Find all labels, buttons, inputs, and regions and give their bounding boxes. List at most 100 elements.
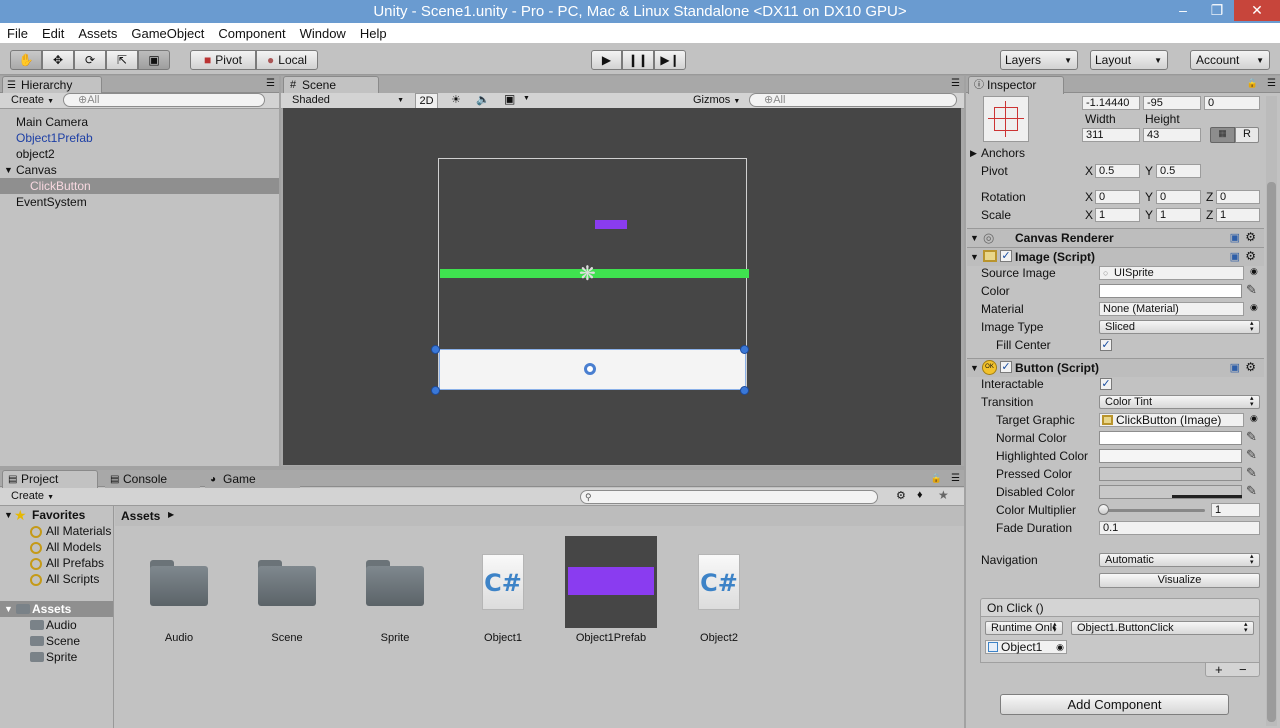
gear-icon[interactable]: ⚙ xyxy=(1245,360,1256,374)
audio-icon[interactable]: 🔈 xyxy=(476,93,490,106)
color-multiplier-slider[interactable] xyxy=(1103,509,1205,512)
width-field[interactable]: 311 xyxy=(1082,128,1140,142)
normal-color-field[interactable] xyxy=(1099,431,1242,445)
image-type-dropdown[interactable]: Sliced xyxy=(1099,320,1260,334)
inspector-scrollbar[interactable] xyxy=(1266,96,1277,726)
rotation-x-field[interactable]: 0 xyxy=(1095,190,1140,204)
assets-folder[interactable]: Assets xyxy=(32,602,71,616)
expand-arrow-icon[interactable]: ▼ xyxy=(4,510,13,520)
fade-duration-field[interactable]: 0.1 xyxy=(1099,521,1260,535)
interactable-checkbox[interactable]: ✓ xyxy=(1100,378,1112,390)
anchor-presets-button[interactable] xyxy=(983,96,1029,142)
pivot-x-field[interactable]: 0.5 xyxy=(1095,164,1140,178)
help-book-icon[interactable]: ▣ xyxy=(1230,361,1240,374)
pos-z-field[interactable]: 0 xyxy=(1204,96,1260,110)
runtime-mode-dropdown[interactable]: Runtime Onl• xyxy=(985,621,1063,635)
raw-edit-toggle[interactable]: R xyxy=(1235,127,1259,143)
remove-listener-button[interactable]: − xyxy=(1239,662,1247,677)
image-script-header[interactable]: ▼ ✓ Image (Script) ▣ ⚙ xyxy=(967,247,1264,266)
project-create-dropdown[interactable]: Create ▼ xyxy=(11,490,54,502)
method-dropdown[interactable]: Object1.ButtonClick xyxy=(1071,621,1254,635)
material-field[interactable]: None (Material) xyxy=(1099,302,1244,316)
object2-sprite[interactable] xyxy=(595,220,627,229)
folder-audio[interactable]: Audio xyxy=(46,618,77,632)
gear-icon[interactable]: ⚙ xyxy=(1245,230,1256,244)
rotate-tool-button[interactable]: ⟳ xyxy=(74,50,106,70)
scrollbar-thumb[interactable] xyxy=(1267,182,1276,722)
canvas-renderer-header[interactable]: ▼ ◎ Canvas Renderer ▣ ⚙ xyxy=(967,228,1264,247)
rect-pivot-handle[interactable] xyxy=(584,363,596,375)
scene-search-input[interactable]: ⊕All xyxy=(749,93,957,107)
menu-assets[interactable]: Assets xyxy=(71,26,124,41)
hierarchy-create-dropdown[interactable]: Create ▼ xyxy=(11,94,54,106)
local-toggle[interactable]: ● Local xyxy=(256,50,318,70)
asset-scene-folder[interactable] xyxy=(258,560,316,606)
panel-menu-icon[interactable]: ☰ xyxy=(266,78,275,89)
favorite-all-scripts[interactable]: All Scripts xyxy=(46,572,99,586)
shading-dropdown[interactable]: Shaded ▼ xyxy=(292,93,406,109)
image-enabled-checkbox[interactable]: ✓ xyxy=(1000,250,1012,262)
hierarchy-item-canvas[interactable]: Canvas xyxy=(16,162,57,178)
favorites-label[interactable]: Favorites xyxy=(32,508,85,522)
tab-hierarchy[interactable]: ☰ Hierarchy xyxy=(2,76,102,94)
fill-center-checkbox[interactable]: ✓ xyxy=(1100,339,1112,351)
filter-by-label-icon[interactable]: ♦ xyxy=(917,489,923,501)
panel-menu-icon[interactable]: ☰ xyxy=(1267,78,1276,89)
eyedropper-icon[interactable]: ✎ xyxy=(1246,483,1257,499)
pos-x-field[interactable]: -1.14440 xyxy=(1082,96,1140,110)
tab-console[interactable]: ▤ Console xyxy=(105,471,200,489)
layers-dropdown[interactable]: Layers ▼ xyxy=(1000,50,1078,70)
tab-inspector[interactable]: ⓘ Inspector xyxy=(968,76,1064,94)
rotation-y-field[interactable]: 0 xyxy=(1156,190,1201,204)
visualize-button[interactable]: Visualize xyxy=(1099,573,1260,588)
scale-tool-button[interactable]: ⇱ xyxy=(106,50,138,70)
eyedropper-icon[interactable]: ✎ xyxy=(1246,465,1257,481)
lock-icon[interactable]: 🔒 xyxy=(931,473,942,484)
hierarchy-search-input[interactable]: ⊕All xyxy=(63,93,265,107)
menu-gameobject[interactable]: GameObject xyxy=(124,26,211,41)
folder-sprite[interactable]: Sprite xyxy=(46,650,77,664)
color-multiplier-field[interactable]: 1 xyxy=(1211,503,1260,517)
onclick-object-field[interactable]: Object1 ◉ xyxy=(985,640,1067,654)
button-enabled-checkbox[interactable]: ✓ xyxy=(1000,361,1012,373)
eyedropper-icon[interactable]: ✎ xyxy=(1246,282,1257,298)
play-button[interactable]: ▶ xyxy=(591,50,622,70)
pos-y-field[interactable]: -95 xyxy=(1143,96,1201,110)
disabled-color-field[interactable] xyxy=(1099,485,1242,499)
help-book-icon[interactable]: ▣ xyxy=(1230,250,1240,263)
scale-z-field[interactable]: 1 xyxy=(1216,208,1260,222)
folder-scene[interactable]: Scene xyxy=(46,634,80,648)
object-picker-icon[interactable]: ◉ xyxy=(1056,641,1064,653)
csharp-script-icon[interactable]: C# xyxy=(698,554,740,610)
move-tool-button[interactable]: ✥ xyxy=(42,50,74,70)
csharp-script-icon[interactable]: C# xyxy=(482,554,524,610)
color-field[interactable] xyxy=(1099,284,1242,298)
add-component-button[interactable]: Add Component xyxy=(1000,694,1229,715)
favorite-all-models[interactable]: All Models xyxy=(46,540,101,554)
asset-object1prefab[interactable] xyxy=(565,536,657,628)
favorite-all-prefabs[interactable]: All Prefabs xyxy=(46,556,104,570)
minimize-button[interactable]: – xyxy=(1166,0,1200,21)
panel-menu-icon[interactable]: ☰ xyxy=(951,78,960,89)
gizmos-dropdown[interactable]: Gizmos ▼ xyxy=(693,94,740,106)
project-search-input[interactable]: ⚲ xyxy=(580,490,878,504)
hierarchy-item-main-camera[interactable]: Main Camera xyxy=(16,114,88,130)
scale-x-field[interactable]: 1 xyxy=(1095,208,1140,222)
hierarchy-item-eventsystem[interactable]: EventSystem xyxy=(16,194,87,210)
tab-game[interactable]: ◕ Game xyxy=(205,471,300,489)
chevron-down-icon[interactable]: ▼ xyxy=(523,95,530,102)
rotation-z-field[interactable]: 0 xyxy=(1216,190,1260,204)
restore-button[interactable]: ❐ xyxy=(1200,0,1234,21)
help-book-icon[interactable]: ▣ xyxy=(1230,231,1240,244)
menu-component[interactable]: Component xyxy=(211,26,292,41)
transition-dropdown[interactable]: Color Tint xyxy=(1099,395,1260,409)
panel-menu-icon[interactable]: ☰ xyxy=(951,473,960,484)
button-script-header[interactable]: ▼ OK ✓ Button (Script) ▣ ⚙ xyxy=(967,358,1264,377)
gear-icon[interactable]: ⚙ xyxy=(1245,249,1256,263)
scale-y-field[interactable]: 1 xyxy=(1156,208,1201,222)
slider-handle[interactable] xyxy=(1098,504,1109,515)
rect-corner-handle[interactable] xyxy=(431,386,440,395)
hierarchy-item-clickbutton[interactable]: ClickButton xyxy=(30,178,91,194)
source-image-field[interactable]: ○ UISprite xyxy=(1099,266,1244,280)
rect-corner-handle[interactable] xyxy=(740,386,749,395)
